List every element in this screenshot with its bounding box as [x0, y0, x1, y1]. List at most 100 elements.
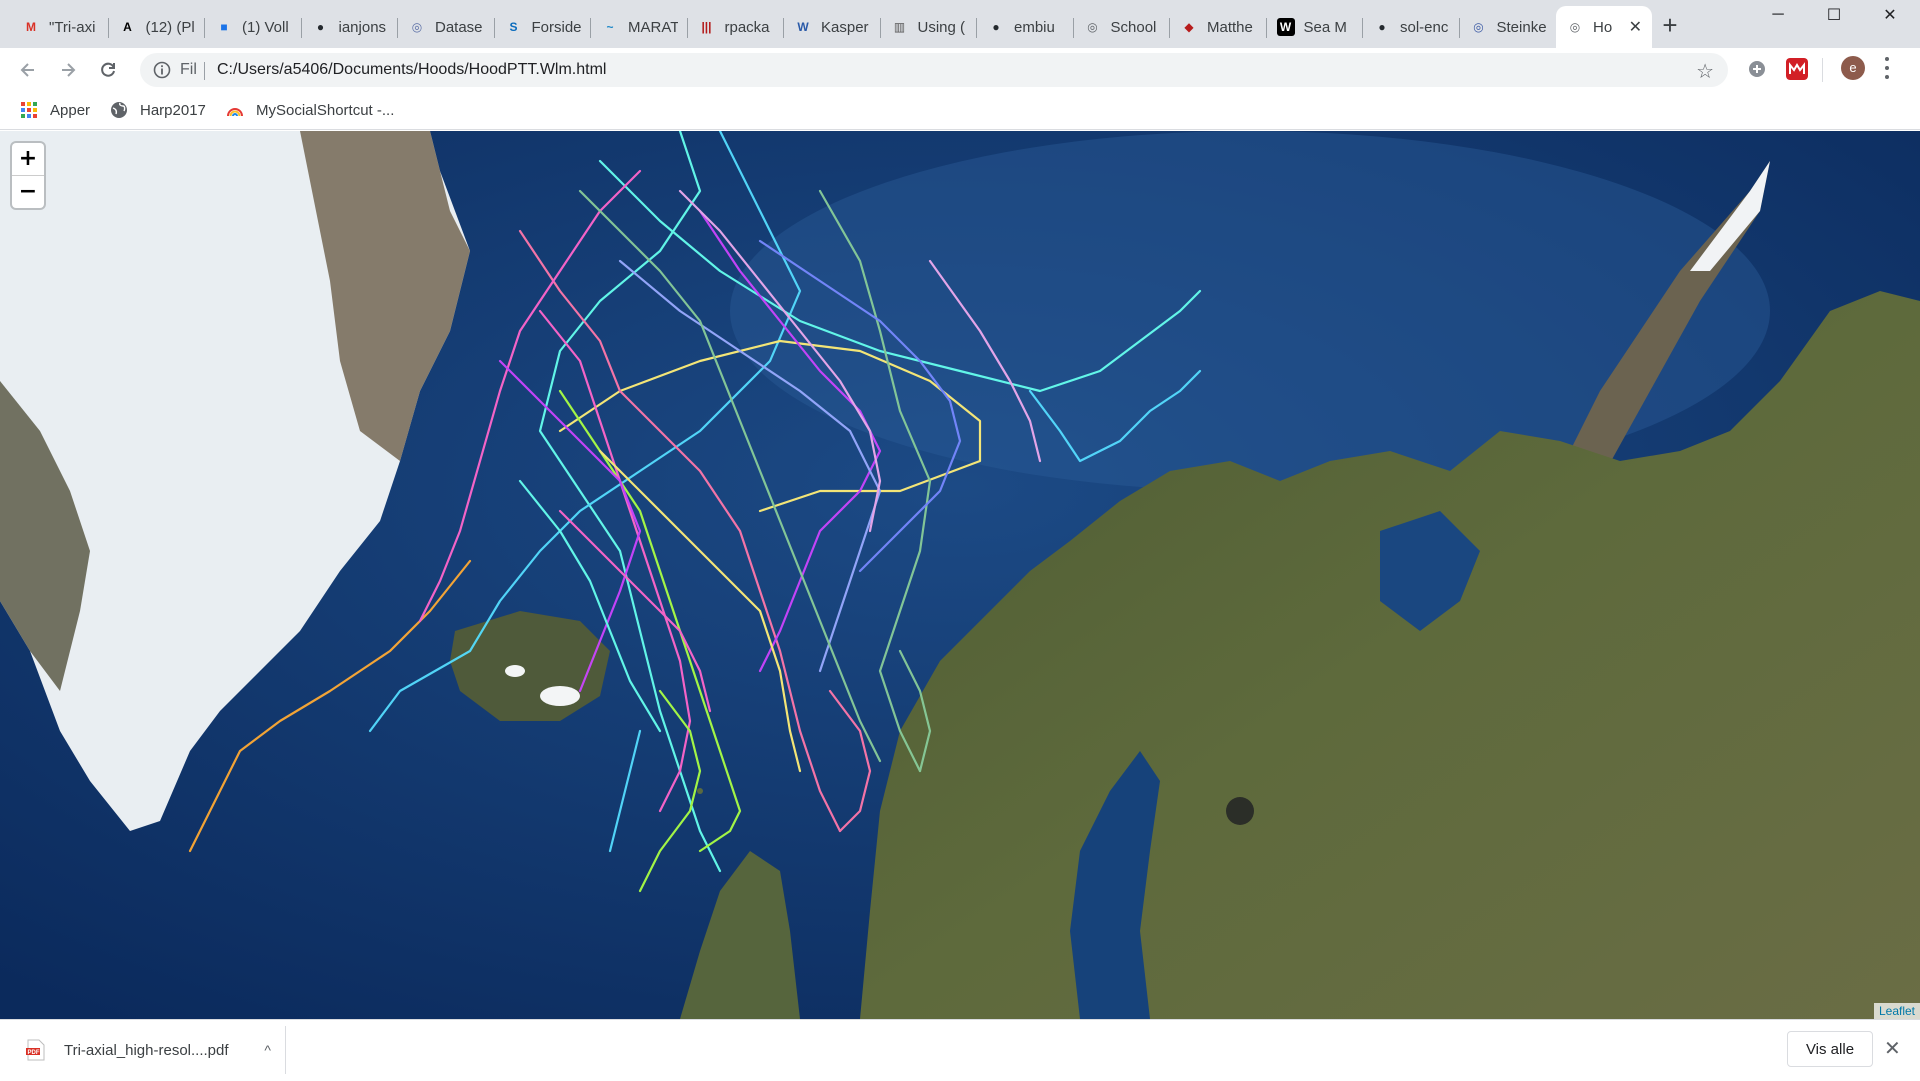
bookmarks-bar: Apper Harp2017 MySocialShortcut -...	[0, 90, 1920, 130]
tab-strip: M "Tri-axi A (12) (Pl ■ (1) Voll ● ianjons ◎ Data…	[0, 0, 1920, 48]
zoom-in-button[interactable]: +	[12, 143, 44, 176]
tab-5[interactable]: S Forside	[495, 6, 592, 48]
globe-icon: ◎	[1569, 20, 1581, 34]
download-filename: Tri-axial_high-resol....pdf	[64, 1041, 229, 1059]
tab-8[interactable]: W Kasper	[784, 6, 881, 48]
tab-15[interactable]: ◎ Steinke	[1460, 6, 1557, 48]
tab-title: Forside	[531, 18, 582, 36]
tab-11[interactable]: ◎ School	[1074, 6, 1171, 48]
tab-7[interactable]: ||| rpacka	[688, 6, 785, 48]
tab-title: School	[1110, 18, 1157, 36]
tab-4[interactable]: ◎ Datase	[398, 6, 495, 48]
shield-icon: ◆	[1184, 20, 1194, 34]
browser-toolbar: Fil C:/Users/a5406/Documents/Hoods/HoodP…	[0, 48, 1920, 90]
tab-title: (12) (Pl	[145, 18, 195, 36]
leaflet-map[interactable]: + − Leaflet	[0, 131, 1920, 1019]
track-line	[368, 131, 802, 733]
chevron-up-icon[interactable]: ^	[264, 1042, 271, 1058]
track-line	[758, 239, 962, 573]
track-line	[518, 479, 662, 733]
svg-text:PDF: PDF	[28, 1050, 40, 1056]
tab-13[interactable]: W Sea M	[1267, 6, 1364, 48]
minimize-button[interactable]: ─	[1750, 0, 1806, 30]
address-bar[interactable]: Fil C:/Users/a5406/Documents/Hoods/HoodP…	[140, 53, 1728, 87]
tab-title: "Tri-axi	[49, 18, 96, 36]
zoom-out-button[interactable]: −	[12, 176, 44, 208]
bookmark-harp2017[interactable]: Harp2017	[110, 100, 206, 120]
track-line	[608, 729, 642, 853]
bookmark-apps[interactable]: Apper	[20, 100, 90, 120]
tab-12[interactable]: ◆ Matthe	[1170, 6, 1267, 48]
download-item[interactable]: PDF Tri-axial_high-resol....pdf ^	[14, 1026, 286, 1074]
download-shelf: PDF Tri-axial_high-resol....pdf ^ Vis al…	[0, 1019, 1920, 1081]
tab-6[interactable]: ~ MARAT	[591, 6, 688, 48]
tab-list: M "Tri-axi A (12) (Pl ■ (1) Voll ● ianjons ◎ Data…	[12, 6, 1652, 48]
url-scheme: Fil	[180, 61, 197, 78]
tab-16[interactable]: ◎ Ho ✕	[1556, 6, 1652, 48]
bookmark-label: MySocialShortcut -...	[256, 101, 395, 119]
tab-title: Ho	[1593, 18, 1613, 36]
sharepoint-icon: S	[509, 20, 518, 34]
track-line	[828, 689, 872, 833]
new-tab-button[interactable]: +	[1656, 12, 1684, 40]
apps-grid-icon	[21, 102, 37, 118]
dolphin-icon: ~	[606, 20, 614, 34]
url-separator	[204, 62, 205, 80]
tab-0[interactable]: M "Tri-axi	[12, 6, 109, 48]
rainbow-icon	[227, 108, 243, 117]
window-close-button[interactable]: ✕	[1862, 0, 1918, 30]
back-button[interactable]	[14, 56, 42, 84]
arrow-right-icon	[62, 63, 76, 77]
tab-3[interactable]: ● ianjons	[302, 6, 399, 48]
pdf-file-icon: PDF	[26, 1039, 45, 1061]
arrow-left-icon	[20, 63, 34, 77]
bookmark-label: Apper	[50, 101, 91, 119]
info-icon[interactable]	[152, 60, 172, 80]
maximize-button[interactable]: ☐	[1806, 0, 1862, 30]
tab-title: sol-enc	[1400, 18, 1449, 36]
bookmark-mysocialshortcut[interactable]: MySocialShortcut -...	[226, 100, 394, 120]
forward-button[interactable]	[54, 56, 82, 84]
rpackages-icon: |||	[701, 20, 712, 34]
tab-title: rpacka	[724, 18, 770, 36]
tab-title: embiu	[1014, 18, 1055, 36]
tab-9[interactable]: ▥ Using (	[881, 6, 978, 48]
show-all-downloads-button[interactable]: Vis alle	[1787, 1031, 1873, 1067]
profile-avatar[interactable]: e	[1841, 56, 1865, 80]
globe-icon	[111, 102, 127, 118]
track-line	[698, 209, 882, 673]
tab-1[interactable]: A (12) (Pl	[109, 6, 206, 48]
map-attribution-link[interactable]: Leaflet	[1873, 1003, 1920, 1019]
github-icon: ●	[1378, 20, 1386, 34]
url-text[interactable]: C:/Users/a5406/Documents/Hoods/HoodPTT.W…	[217, 61, 606, 79]
extension-puzzle-icon[interactable]	[1746, 58, 1768, 80]
close-shelf-icon[interactable]: ✕	[1884, 1036, 1901, 1061]
tab-10[interactable]: ● embiu	[977, 6, 1074, 48]
tab-close-icon[interactable]: ✕	[1629, 17, 1642, 37]
tab-title: Steinke	[1496, 18, 1547, 36]
bookmark-star-icon[interactable]: ☆	[1696, 59, 1714, 84]
reload-button[interactable]	[94, 56, 122, 84]
globe-icon: ◎	[1473, 20, 1484, 34]
tab-14[interactable]: ● sol-enc	[1363, 6, 1460, 48]
tab-title: Using (	[917, 18, 966, 36]
tab-title: (1) Voll	[242, 18, 289, 36]
bookmark-label: Harp2017	[140, 101, 206, 119]
track-line	[1028, 369, 1202, 463]
track-line	[928, 259, 1042, 463]
track-line	[598, 159, 1202, 393]
github-icon: ●	[316, 20, 325, 34]
tab-title: ianjons	[338, 18, 387, 36]
tab-2[interactable]: ■ (1) Voll	[205, 6, 302, 48]
animal-tracks-layer	[188, 131, 1202, 893]
wave-icon: W	[797, 20, 809, 34]
gmail-icon: M	[26, 20, 36, 34]
teams-icon: ■	[220, 20, 228, 34]
track-line	[418, 169, 642, 623]
globe-icon: ◎	[1087, 20, 1098, 34]
track-line	[558, 389, 742, 853]
w-icon: W	[1276, 18, 1295, 36]
browser-menu-icon[interactable]	[1884, 55, 1890, 81]
tab-title: Sea M	[1303, 18, 1347, 36]
mendeley-extension-icon[interactable]	[1786, 58, 1808, 80]
